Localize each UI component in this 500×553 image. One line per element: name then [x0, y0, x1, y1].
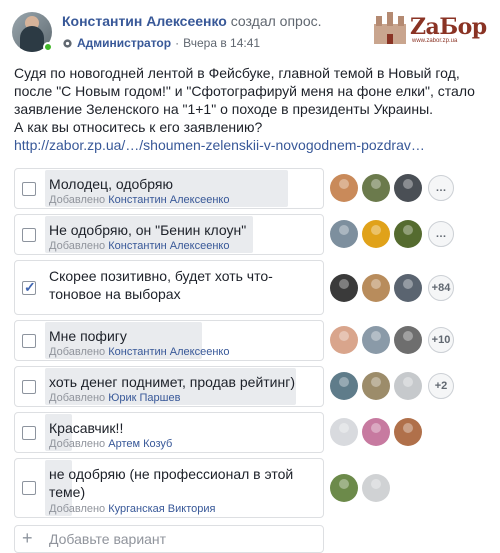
- poll-option[interactable]: Мне пофигу Добавлено Константин Алексеен…: [14, 320, 324, 361]
- plus-icon: +: [22, 528, 33, 548]
- post-text-line: после "С Новым годом!" и "Сфотографируй …: [14, 83, 475, 99]
- option-checkbox[interactable]: [22, 228, 36, 242]
- poll-option[interactable]: хоть денег поднимет, продав рейтинг) Доб…: [14, 366, 324, 407]
- logo-subtext: www.zabor.zp.ua: [412, 38, 458, 44]
- voter-avatars: [330, 418, 422, 446]
- option-label: Молодец, одобряю: [49, 176, 174, 192]
- option-checkbox[interactable]: [22, 279, 36, 296]
- voter-avatar[interactable]: [394, 274, 422, 302]
- castle-icon: [374, 12, 406, 44]
- voter-avatars: +2: [330, 372, 454, 400]
- admin-role: Администратор: [77, 36, 172, 50]
- voter-avatars: +10: [330, 326, 454, 354]
- more-voters-button[interactable]: …: [428, 221, 454, 247]
- option-label: Скорее позитивно, будет хоть что-тоновое…: [49, 268, 273, 302]
- voter-avatar[interactable]: [394, 372, 422, 400]
- post-action: создал опрос.: [230, 13, 322, 29]
- voter-avatar[interactable]: [362, 418, 390, 446]
- author-line: Константин Алексеенко создал опрос.: [62, 13, 322, 29]
- voter-avatar[interactable]: [394, 418, 422, 446]
- added-by: Добавлено Юрик Паршев: [49, 392, 181, 404]
- option-label: хоть денег поднимет, продав рейтинг): [49, 374, 296, 390]
- added-by: Добавлено Константин Алексеенко: [49, 240, 230, 252]
- added-by-name[interactable]: Курганская Виктория: [108, 503, 215, 515]
- author-name[interactable]: Константин Алексеенко: [62, 13, 227, 29]
- voter-avatar[interactable]: [330, 418, 358, 446]
- voter-avatar[interactable]: [362, 220, 390, 248]
- option-checkbox[interactable]: [22, 380, 36, 394]
- added-by: Добавлено Артем Козуб: [49, 438, 173, 450]
- option-checkbox[interactable]: [22, 334, 36, 348]
- option-label: не одобряю (не профессионал в этой теме): [49, 466, 294, 500]
- poll-option[interactable]: Молодец, одобряю Добавлено Константин Ал…: [14, 168, 324, 209]
- voter-avatar[interactable]: [330, 372, 358, 400]
- poll-option[interactable]: Скорее позитивно, будет хоть что-тоновое…: [14, 260, 324, 315]
- post-text-line: А как вы относитесь к его заявлению?: [14, 119, 263, 135]
- option-checkbox[interactable]: [22, 481, 36, 495]
- added-by: Добавлено Константин Алексеенко: [49, 346, 230, 358]
- voter-avatars: …: [330, 220, 454, 248]
- voter-avatar[interactable]: [362, 474, 390, 502]
- voter-avatar[interactable]: [330, 274, 358, 302]
- add-option-placeholder: Добавьте вариант: [49, 531, 167, 547]
- logo-text: ZаБор: [410, 14, 487, 40]
- voter-avatars: [330, 474, 390, 502]
- gear-icon: [63, 38, 72, 48]
- post-text-line: Судя по новогодней лентой в Фейсбуке, гл…: [14, 65, 460, 81]
- voter-avatars: …: [330, 174, 454, 202]
- voter-avatar[interactable]: [362, 326, 390, 354]
- post-header: Константин Алексеенко создал опрос. Адми…: [12, 8, 488, 58]
- added-by-name[interactable]: Константин Алексеенко: [108, 240, 229, 252]
- added-by: Добавлено Константин Алексеенко: [49, 194, 230, 206]
- option-label: Красавчик!!: [49, 420, 124, 436]
- voter-avatar[interactable]: [330, 326, 358, 354]
- voter-avatar[interactable]: [394, 326, 422, 354]
- option-label: Мне пофигу: [49, 328, 127, 344]
- post-time[interactable]: Вчера в 14:41: [183, 36, 260, 50]
- poll-option[interactable]: не одобряю (не профессионал в этой теме)…: [14, 458, 324, 518]
- more-voters-button[interactable]: +10: [428, 327, 454, 353]
- added-by-name[interactable]: Константин Алексеенко: [108, 194, 229, 206]
- added-by-name[interactable]: Артем Козуб: [108, 438, 172, 450]
- added-by-name[interactable]: Юрик Паршев: [108, 392, 180, 404]
- more-voters-button[interactable]: +84: [428, 275, 454, 301]
- poll-option[interactable]: Не одобряю, он "Бенин клоун" Добавлено К…: [14, 214, 324, 255]
- added-by-name[interactable]: Константин Алексеенко: [108, 346, 229, 358]
- post-text-line: заявление Зеленского на "1+1" о походе в…: [14, 101, 434, 117]
- option-label: Не одобряю, он "Бенин клоун": [49, 222, 247, 238]
- post-meta: Администратор · Вчера в 14:41: [62, 36, 260, 50]
- added-by: Добавлено Курганская Виктория: [49, 503, 216, 515]
- more-voters-button[interactable]: +2: [428, 373, 454, 399]
- article-link[interactable]: http://zabor.zp.ua/…/shoumen-zelenskii-v…: [14, 137, 425, 153]
- option-checkbox[interactable]: [22, 426, 36, 440]
- online-status-dot: [43, 42, 53, 52]
- voter-avatar[interactable]: [394, 174, 422, 202]
- voter-avatar[interactable]: [362, 174, 390, 202]
- voter-avatar[interactable]: [362, 372, 390, 400]
- option-checkbox[interactable]: [22, 182, 36, 196]
- voter-avatars: +84: [330, 274, 454, 302]
- post-body: Судя по новогодней лентой в Фейсбуке, гл…: [14, 64, 488, 136]
- voter-avatar[interactable]: [330, 174, 358, 202]
- voter-avatar[interactable]: [362, 274, 390, 302]
- voter-avatar[interactable]: [330, 220, 358, 248]
- zabor-logo: ZаБор www.zabor.zp.ua: [370, 8, 488, 48]
- voter-avatar[interactable]: [330, 474, 358, 502]
- add-option-field[interactable]: + Добавьте вариант: [14, 525, 324, 553]
- more-voters-button[interactable]: …: [428, 175, 454, 201]
- voter-avatar[interactable]: [394, 220, 422, 248]
- poll-option[interactable]: Красавчик!! Добавлено Артем Козуб: [14, 412, 324, 453]
